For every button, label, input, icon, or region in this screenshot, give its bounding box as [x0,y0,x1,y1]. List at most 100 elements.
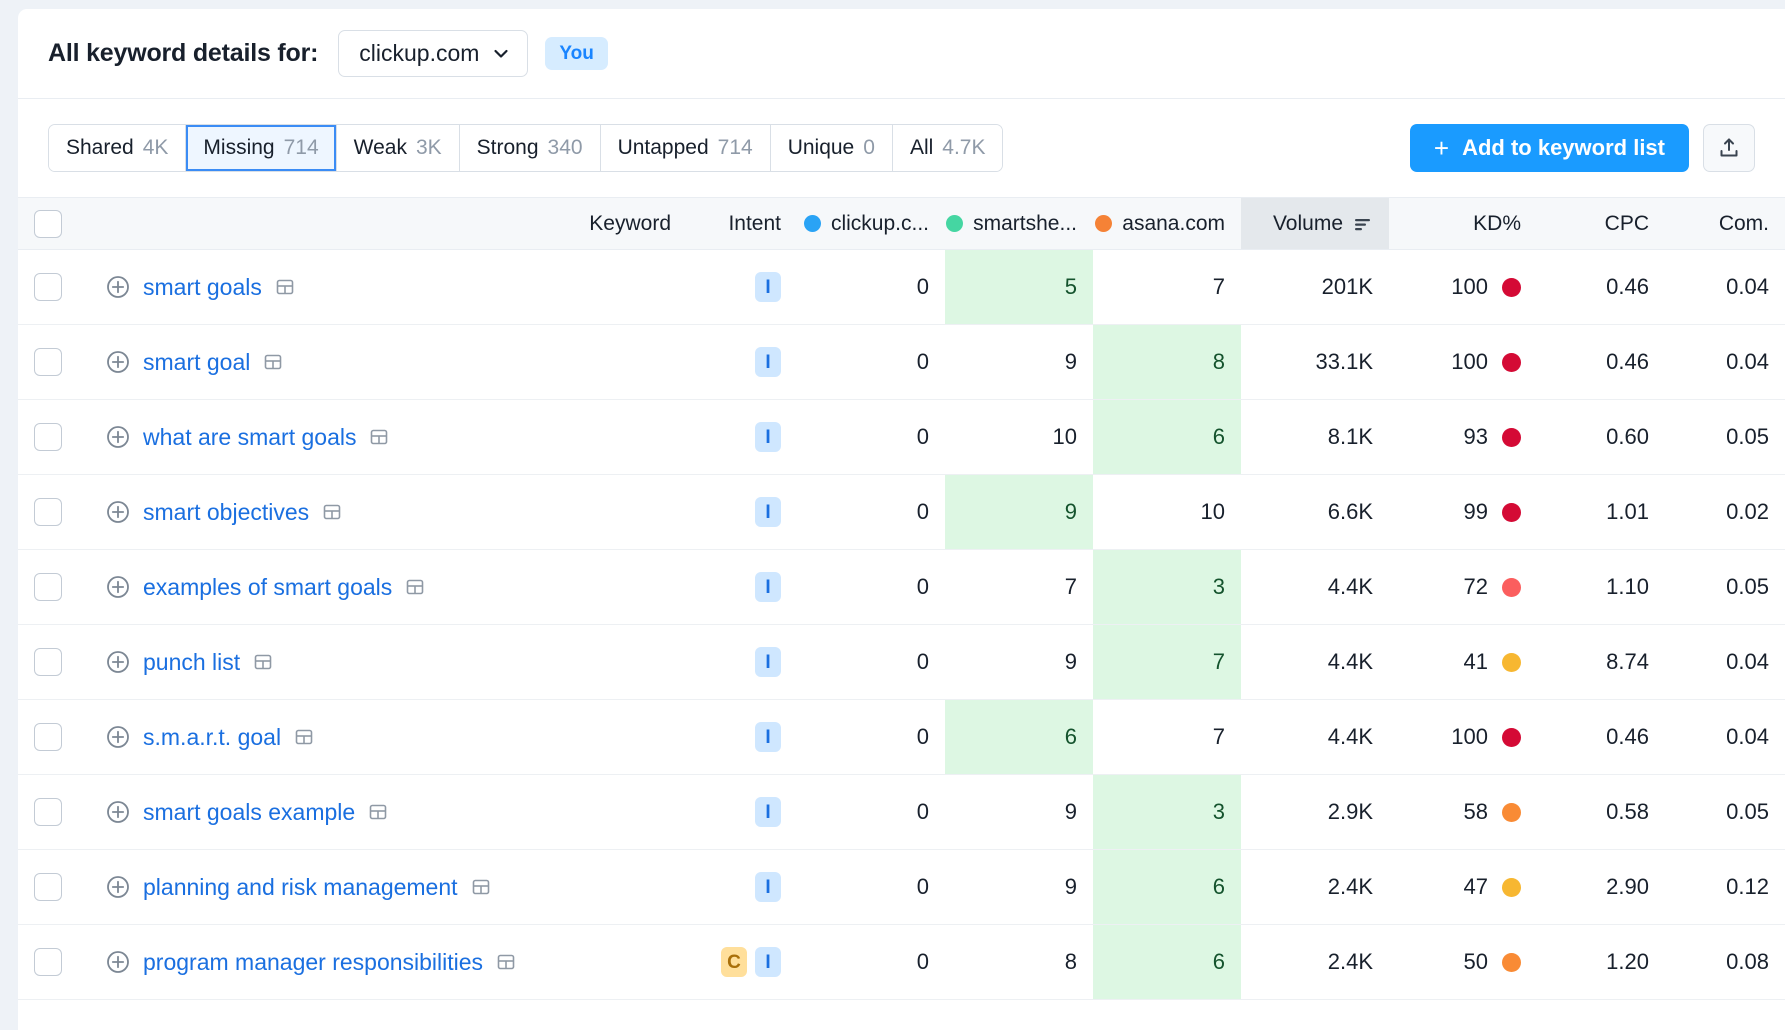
intent-badge-i[interactable]: I [755,347,781,377]
keyword-link[interactable]: punch list [143,649,240,676]
keyword-link[interactable]: smart goal [143,349,250,376]
kd-difficulty-dot-icon [1502,953,1521,972]
serp-features-icon[interactable] [369,427,389,447]
serp-features-icon[interactable] [322,502,342,522]
tab-strong[interactable]: Strong340 [460,125,601,171]
serp-features-icon[interactable] [294,727,314,747]
domain-select[interactable]: clickup.com [338,30,528,77]
tab-all[interactable]: All4.7K [893,125,1003,171]
add-keyword-icon[interactable] [106,500,130,524]
table-row[interactable]: smart goals exampleI0932.9K580.580.05 [18,775,1785,850]
keyword-details-card: All keyword details for: clickup.com You… [18,9,1785,1030]
row-checkbox[interactable] [34,798,62,826]
keyword-link[interactable]: what are smart goals [143,424,356,451]
keyword-link[interactable]: smart goals [143,274,262,301]
serp-features-icon[interactable] [496,952,516,972]
tab-weak[interactable]: Weak3K [337,125,460,171]
table-row[interactable]: smart goalsI057201K1000.460.04 [18,250,1785,325]
row-checkbox[interactable] [34,573,62,601]
serp-features-icon[interactable] [263,352,283,372]
column-domain-asana[interactable]: asana.com [1093,198,1241,250]
table-row[interactable]: examples of smart goalsI0734.4K721.100.0… [18,550,1785,625]
keyword-link[interactable]: planning and risk management [143,874,458,901]
add-keyword-icon[interactable] [106,875,130,899]
serp-features-icon[interactable] [275,277,295,297]
intent-cell: I [687,550,797,625]
keyword-link[interactable]: smart objectives [143,499,309,526]
column-domain-smartsheet[interactable]: smartshe... [945,198,1093,250]
com-cell: 0.04 [1665,700,1785,775]
column-cpc[interactable]: CPC [1537,198,1665,250]
row-checkbox[interactable] [34,948,62,976]
row-checkbox[interactable] [34,723,62,751]
add-keyword-icon[interactable] [106,425,130,449]
tab-shared[interactable]: Shared4K [49,125,186,171]
table-row[interactable]: smart goalI09833.1K1000.460.04 [18,325,1785,400]
tab-unique[interactable]: Unique0 [771,125,893,171]
tab-untapped[interactable]: Untapped714 [601,125,771,171]
add-keyword-icon[interactable] [106,650,130,674]
tab-missing[interactable]: Missing714 [186,125,336,171]
serp-features-icon[interactable] [405,577,425,597]
intent-badge-i[interactable]: I [755,947,781,977]
keywords-table: Keyword Intent clickup.c... smartshe... [18,197,1785,1000]
table-row[interactable]: planning and risk managementI0962.4K472.… [18,850,1785,925]
row-select-cell [18,250,90,325]
row-checkbox[interactable] [34,648,62,676]
rank-clickup-cell: 0 [797,400,945,475]
cpc-cell: 1.10 [1537,550,1665,625]
select-all-checkbox[interactable] [34,210,62,238]
intent-badge-i[interactable]: I [755,422,781,452]
add-keyword-icon[interactable] [106,950,130,974]
table-row[interactable]: what are smart goalsI01068.1K930.600.05 [18,400,1785,475]
keyword-link[interactable]: program manager responsibilities [143,949,483,976]
column-com[interactable]: Com. [1665,198,1785,250]
row-checkbox[interactable] [34,273,62,301]
column-kd[interactable]: KD% [1389,198,1537,250]
kd-cell: 100 [1389,325,1537,400]
intent-badge-i[interactable]: I [755,872,781,902]
add-keyword-icon[interactable] [106,800,130,824]
row-checkbox[interactable] [34,348,62,376]
kd-difficulty-dot-icon [1502,728,1521,747]
kd-cell: 99 [1389,475,1537,550]
intent-badge-i[interactable]: I [755,797,781,827]
keyword-link[interactable]: s.m.a.r.t. goal [143,724,281,751]
table-row[interactable]: smart objectivesI09106.6K991.010.02 [18,475,1785,550]
serp-features-icon[interactable] [471,877,491,897]
column-domain-clickup[interactable]: clickup.c... [797,198,945,250]
intent-badge-i[interactable]: I [755,647,781,677]
keyword-link[interactable]: examples of smart goals [143,574,392,601]
table-row[interactable]: s.m.a.r.t. goalI0674.4K1000.460.04 [18,700,1785,775]
add-to-keyword-list-button[interactable]: + Add to keyword list [1410,124,1689,172]
row-checkbox[interactable] [34,423,62,451]
table-row[interactable]: punch listI0974.4K418.740.04 [18,625,1785,700]
add-keyword-icon[interactable] [106,350,130,374]
column-intent[interactable]: Intent [687,198,797,250]
intent-badge-i[interactable]: I [755,497,781,527]
intent-badge-c[interactable]: C [721,947,747,977]
select-all-header [18,198,90,250]
column-keyword[interactable]: Keyword [90,198,687,250]
serp-features-icon[interactable] [368,802,388,822]
kd-value: 58 [1464,799,1488,825]
card-header: All keyword details for: clickup.com You [18,9,1785,99]
column-volume[interactable]: Volume [1241,198,1389,250]
volume-cell: 4.4K [1241,625,1389,700]
serp-features-icon[interactable] [253,652,273,672]
row-checkbox[interactable] [34,873,62,901]
table-row[interactable]: program manager responsibilitiesCI0862.4… [18,925,1785,1000]
intent-badge-i[interactable]: I [755,722,781,752]
export-button[interactable] [1703,124,1755,172]
intent-badge-i[interactable]: I [755,272,781,302]
rank-asana-cell: 7 [1093,700,1241,775]
add-keyword-icon[interactable] [106,575,130,599]
keyword-link[interactable]: smart goals example [143,799,355,826]
intent-badge-i[interactable]: I [755,572,781,602]
volume-cell: 2.4K [1241,850,1389,925]
add-keyword-icon[interactable] [106,725,130,749]
tab-untapped-count: 714 [718,136,753,160]
add-keyword-icon[interactable] [106,275,130,299]
rank-smartsheet-cell: 7 [945,550,1093,625]
row-checkbox[interactable] [34,498,62,526]
